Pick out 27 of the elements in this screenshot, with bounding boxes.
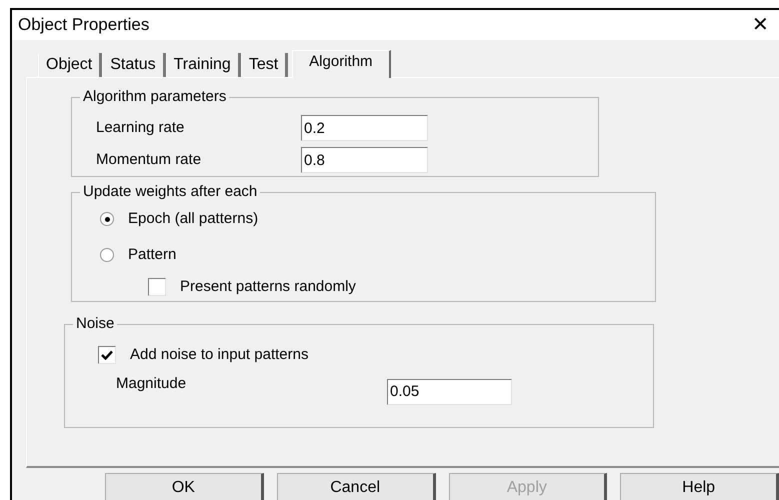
window-title: Object Properties bbox=[18, 14, 150, 36]
dialog-button[interactable]: OK bbox=[105, 473, 264, 500]
checkbox[interactable] bbox=[148, 278, 166, 296]
radio-label: Pattern bbox=[128, 244, 176, 264]
tab[interactable]: Object bbox=[38, 53, 102, 77]
dialog-button[interactable]: Help bbox=[620, 473, 779, 500]
close-button[interactable]: ✕ bbox=[752, 15, 769, 35]
checkbox[interactable] bbox=[98, 346, 116, 364]
text-field[interactable]: 0.8 bbox=[301, 147, 428, 173]
tab[interactable]: Test bbox=[240, 53, 288, 77]
text-field[interactable]: 0.2 bbox=[301, 115, 428, 141]
radio-button[interactable] bbox=[100, 248, 114, 262]
checkmark-icon bbox=[101, 350, 113, 360]
group-title: Algorithm parameters bbox=[80, 88, 230, 106]
field-label: Learning rate bbox=[96, 118, 186, 138]
radio-label: Epoch (all patterns) bbox=[128, 209, 258, 229]
checkbox-label: Add noise to input patterns bbox=[130, 345, 308, 365]
checkbox-label: Present patterns randomly bbox=[180, 277, 356, 297]
tab[interactable]: Training bbox=[166, 53, 241, 77]
tab[interactable]: Algorithm bbox=[292, 50, 391, 78]
dialog-button[interactable]: Cancel bbox=[276, 473, 436, 500]
tab[interactable]: Status bbox=[102, 53, 166, 77]
group-title: Update weights after each bbox=[80, 183, 260, 201]
radio-button[interactable] bbox=[100, 212, 114, 226]
field-label: Magnitude bbox=[116, 374, 188, 394]
text-field[interactable]: 0.05 bbox=[387, 378, 512, 404]
field-label: Momentum rate bbox=[96, 150, 202, 170]
